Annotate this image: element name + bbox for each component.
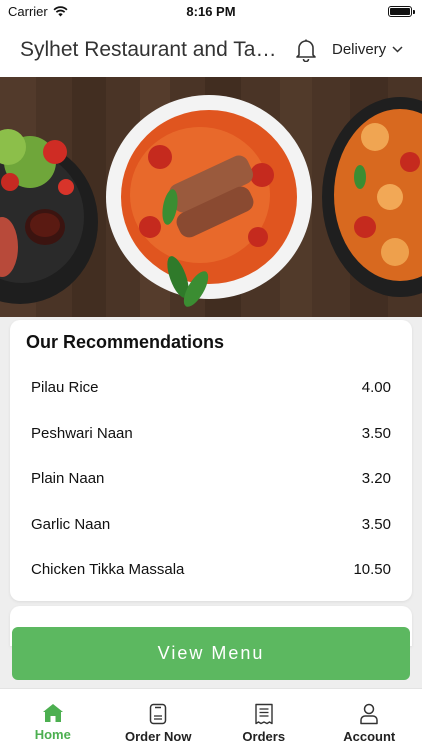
restaurant-title: Sylhet Restaurant and Takeaway bbox=[20, 37, 282, 61]
recommendations-title: Our Recommendations bbox=[26, 332, 225, 352]
item-name: Chicken Tikka Massala bbox=[31, 561, 185, 579]
item-price: 10.50 bbox=[353, 561, 391, 579]
item-name: Pilau Rice bbox=[31, 379, 99, 397]
battery-icon bbox=[388, 5, 415, 17]
app-header: Sylhet Restaurant and Takeaway Delivery bbox=[0, 22, 422, 77]
view-menu-button[interactable]: View Menu bbox=[12, 627, 410, 680]
notification-bell-icon[interactable] bbox=[294, 37, 318, 63]
tab-account[interactable]: Account bbox=[317, 689, 422, 750]
tab-orders-label: Orders bbox=[242, 729, 286, 744]
item-price: 3.20 bbox=[361, 470, 391, 488]
chevron-down-icon bbox=[392, 46, 403, 53]
recommendation-item[interactable]: Garlic Naan 3.50 bbox=[10, 502, 412, 548]
recommendation-item[interactable]: Pilau Rice 4.00 bbox=[10, 365, 412, 411]
wifi-icon bbox=[53, 5, 68, 16]
recommendation-item[interactable]: Peshwari Naan 3.50 bbox=[10, 411, 412, 457]
item-price: 4.00 bbox=[361, 379, 391, 397]
bottom-tab-bar: Home Order Now Orders Account bbox=[0, 688, 422, 750]
status-bar: Carrier 8:16 PM bbox=[0, 0, 422, 22]
account-icon bbox=[360, 703, 378, 725]
delivery-mode-dropdown[interactable]: Delivery bbox=[332, 41, 403, 58]
order-icon bbox=[150, 703, 167, 725]
tab-home[interactable]: Home bbox=[0, 689, 106, 750]
item-price: 3.50 bbox=[361, 424, 391, 442]
item-name: Plain Naan bbox=[31, 470, 105, 488]
tab-account-label: Account bbox=[343, 729, 396, 744]
recommendation-item[interactable]: Plain Naan 3.20 bbox=[10, 456, 412, 502]
recommendation-item[interactable]: Chicken Tikka Massala 10.50 bbox=[10, 547, 412, 593]
item-price: 3.50 bbox=[361, 515, 391, 533]
tab-orders[interactable]: Orders bbox=[211, 689, 317, 750]
hero-food-image bbox=[0, 77, 422, 317]
receipt-icon bbox=[255, 703, 273, 725]
tab-order-now-label: Order Now bbox=[125, 729, 192, 744]
item-name: Peshwari Naan bbox=[31, 424, 133, 442]
recommendations-card: Our Recommendations Pilau Rice 4.00 Pesh… bbox=[10, 320, 412, 601]
home-icon bbox=[42, 704, 63, 722]
delivery-mode-label: Delivery bbox=[332, 41, 387, 58]
carrier-label: Carrier bbox=[8, 3, 48, 19]
item-name: Garlic Naan bbox=[31, 515, 111, 533]
tab-home-label: Home bbox=[34, 727, 71, 742]
tab-order-now[interactable]: Order Now bbox=[106, 689, 212, 750]
